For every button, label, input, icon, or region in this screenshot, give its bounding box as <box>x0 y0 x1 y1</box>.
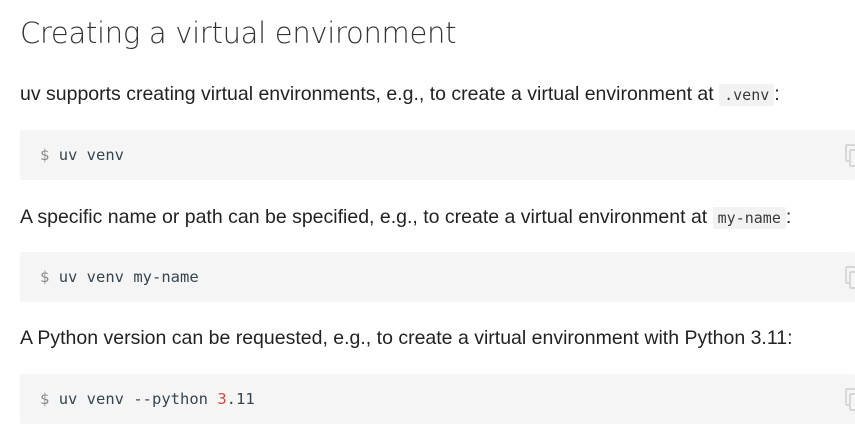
code-block-uv-venv-my-name: $ uv venv my-name <box>20 252 855 302</box>
number-literal: 3 <box>217 390 227 408</box>
paragraph-punctuation: : <box>774 83 780 105</box>
code-line: $ uv venv --python 3.11 <box>40 388 255 410</box>
code-line: $ uv venv my-name <box>40 266 199 288</box>
section-heading: Creating a virtual environment <box>20 16 457 50</box>
code-line: $ uv venv <box>40 144 124 166</box>
shell-command: uv venv my-name <box>58 268 199 286</box>
shell-prompt: $ <box>40 146 50 164</box>
shell-command: uv venv <box>58 146 125 164</box>
shell-prompt: $ <box>40 268 50 286</box>
paragraph-punctuation: : <box>785 206 792 228</box>
copy-button[interactable] <box>843 388 855 411</box>
copy-button[interactable] <box>843 144 855 167</box>
docs-content: Creating a virtual environment uv suppor… <box>20 0 855 425</box>
code-block-uv-venv-python: $ uv venv --python 3.11 <box>20 374 855 424</box>
shell-command: uv venv --python <box>58 390 218 408</box>
shell-command-suffix: .11 <box>226 390 255 408</box>
shell-prompt: $ <box>40 390 50 408</box>
paragraph-text: uv supports creating virtual environment… <box>20 83 720 105</box>
code-block-uv-venv: $ uv venv <box>20 130 855 180</box>
copy-button[interactable] <box>843 266 855 289</box>
inline-code-my-name: my-name <box>712 207 786 229</box>
paragraph-named-env: A specific name or path can be specified… <box>20 203 791 232</box>
paragraph-text: A Python version can be requested, e.g.,… <box>20 327 793 349</box>
inline-code-venv: .venv <box>719 84 775 106</box>
paragraph-python-version: A Python version can be requested, e.g.,… <box>20 324 793 352</box>
paragraph-text: A specific name or path can be specified… <box>20 206 713 228</box>
paragraph-venv: uv supports creating virtual environment… <box>20 80 780 109</box>
